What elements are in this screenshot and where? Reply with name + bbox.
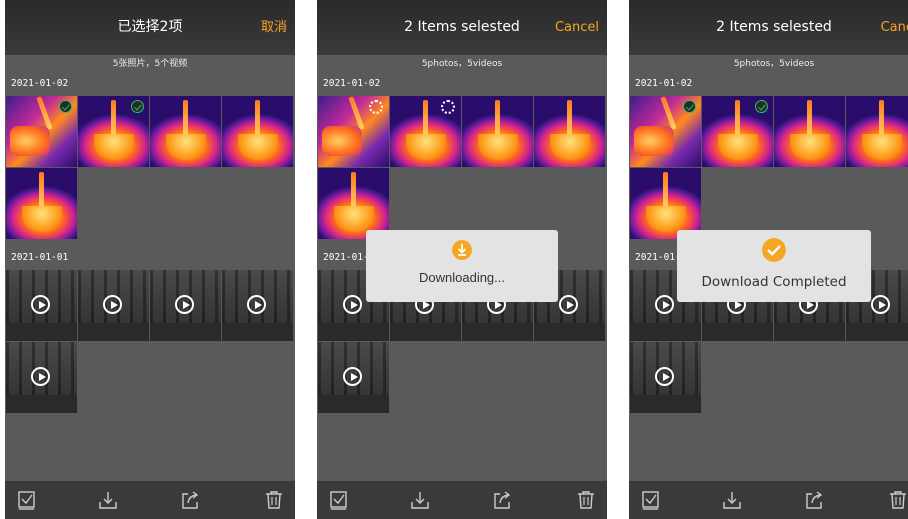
play-icon[interactable] xyxy=(247,295,266,314)
play-icon[interactable] xyxy=(655,295,674,314)
trash-icon[interactable] xyxy=(888,490,908,510)
toast-message: Download Completed xyxy=(701,274,847,290)
video-thumbnail[interactable] xyxy=(318,342,389,413)
video-thumbnail[interactable] xyxy=(6,342,77,413)
photo-thumbnail[interactable] xyxy=(318,168,389,239)
play-icon[interactable] xyxy=(343,295,362,314)
photo-thumbnail[interactable] xyxy=(774,96,845,167)
video-thumbnail[interactable] xyxy=(6,270,77,341)
selected-check-icon[interactable] xyxy=(59,100,72,113)
select-all-icon[interactable] xyxy=(17,490,37,510)
bottom-toolbar xyxy=(629,481,908,519)
photo-thumbnail[interactable] xyxy=(390,96,461,167)
bottom-toolbar xyxy=(5,481,295,519)
photo-thumbnail[interactable] xyxy=(630,168,701,239)
photo-thumbnail[interactable] xyxy=(150,96,221,167)
photo-thumbnail[interactable] xyxy=(318,96,389,167)
header-bar: 2 Items selested Cance xyxy=(629,0,908,55)
date-header: 2021-01-02 xyxy=(323,78,381,89)
trash-icon[interactable] xyxy=(576,490,596,510)
cancel-button[interactable]: Cance xyxy=(881,0,908,55)
screen-download-completed: 2 Items selested Cance 5photos，5videos 2… xyxy=(629,0,908,519)
select-all-icon[interactable] xyxy=(329,490,349,510)
play-icon[interactable] xyxy=(175,295,194,314)
selected-check-icon[interactable] xyxy=(683,100,696,113)
date-header: 2021-01-01 xyxy=(11,252,69,263)
download-complete-toast: Download Completed xyxy=(677,230,871,302)
photo-thumbnail[interactable] xyxy=(534,96,605,167)
cancel-button[interactable]: Cancel xyxy=(555,0,599,55)
loading-spinner-icon xyxy=(369,100,383,114)
download-icon[interactable] xyxy=(722,490,742,510)
trash-icon[interactable] xyxy=(264,490,284,510)
play-icon[interactable] xyxy=(103,295,122,314)
video-thumbnail[interactable] xyxy=(630,342,701,413)
photo-thumbnail[interactable] xyxy=(702,96,773,167)
play-icon[interactable] xyxy=(31,295,50,314)
photo-thumbnail[interactable] xyxy=(78,96,149,167)
photo-thumbnail[interactable] xyxy=(846,96,908,167)
share-icon[interactable] xyxy=(804,490,824,510)
download-icon xyxy=(452,240,472,260)
selection-summary: 5张照片，5个视频 xyxy=(112,59,188,69)
photo-thumbnail[interactable] xyxy=(6,168,77,239)
loading-spinner-icon xyxy=(441,100,455,114)
video-thumbnail[interactable] xyxy=(222,270,293,341)
header-bar: 2 Items selested Cancel xyxy=(317,0,607,55)
download-icon[interactable] xyxy=(410,490,430,510)
play-icon[interactable] xyxy=(871,295,890,314)
share-icon[interactable] xyxy=(492,490,512,510)
checkmark-icon xyxy=(762,238,786,262)
selection-summary: 5photos，5videos xyxy=(421,59,503,69)
select-all-icon[interactable] xyxy=(641,490,661,510)
toast-message: Downloading... xyxy=(419,270,505,285)
selected-check-icon[interactable] xyxy=(131,100,144,113)
date-header: 2021-01-02 xyxy=(635,78,693,89)
video-thumbnail[interactable] xyxy=(150,270,221,341)
page-title: 已选择2项 xyxy=(117,19,183,35)
header-bar: 已选择2项 取消 xyxy=(5,0,295,55)
bottom-toolbar xyxy=(317,481,607,519)
photo-thumbnail[interactable] xyxy=(462,96,533,167)
screen-downloading: 2 Items selested Cancel 5photos，5videos … xyxy=(317,0,607,519)
screen-selection-chinese: 已选择2项 取消 5张照片，5个视频 2021-01-02 2021-01-01 xyxy=(5,0,295,519)
date-header: 2021-01-02 xyxy=(11,78,69,89)
photo-thumbnail[interactable] xyxy=(630,96,701,167)
play-icon[interactable] xyxy=(655,367,674,386)
download-icon[interactable] xyxy=(98,490,118,510)
play-icon[interactable] xyxy=(559,295,578,314)
play-icon[interactable] xyxy=(31,367,50,386)
photo-thumbnail[interactable] xyxy=(222,96,293,167)
selection-summary: 5photos，5videos xyxy=(733,59,815,69)
page-title: 2 Items selested xyxy=(716,19,832,35)
cancel-button[interactable]: 取消 xyxy=(261,0,287,55)
photo-thumbnail[interactable] xyxy=(6,96,77,167)
video-thumbnail[interactable] xyxy=(78,270,149,341)
selected-check-icon[interactable] xyxy=(755,100,768,113)
download-toast: Downloading... xyxy=(366,230,558,302)
share-icon[interactable] xyxy=(180,490,200,510)
play-icon[interactable] xyxy=(343,367,362,386)
